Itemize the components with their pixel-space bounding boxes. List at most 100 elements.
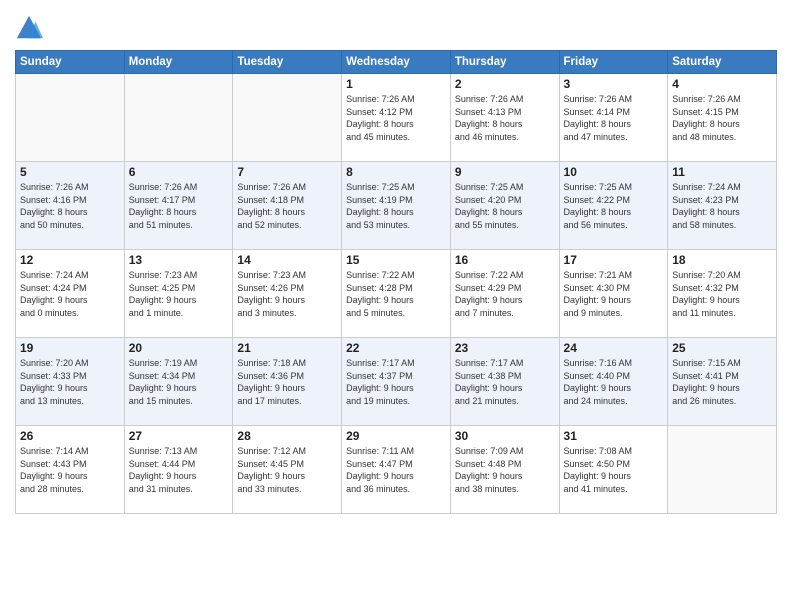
day-number: 12: [20, 253, 120, 267]
calendar-day-cell: 21 Sunrise: 7:18 AM Sunset: 4:36 PM Dayli…: [233, 338, 342, 426]
day-info: Sunrise: 7:26 AM Sunset: 4:12 PM Dayligh…: [346, 93, 446, 143]
day-number: 26: [20, 429, 120, 443]
day-number: 8: [346, 165, 446, 179]
day-info: Sunrise: 7:26 AM Sunset: 4:14 PM Dayligh…: [564, 93, 664, 143]
day-info: Sunrise: 7:09 AM Sunset: 4:48 PM Dayligh…: [455, 445, 555, 495]
day-number: 19: [20, 341, 120, 355]
day-info: Sunrise: 7:25 AM Sunset: 4:19 PM Dayligh…: [346, 181, 446, 231]
day-info: Sunrise: 7:15 AM Sunset: 4:41 PM Dayligh…: [672, 357, 772, 407]
calendar-day-cell: 23 Sunrise: 7:17 AM Sunset: 4:38 PM Dayli…: [450, 338, 559, 426]
day-info: Sunrise: 7:18 AM Sunset: 4:36 PM Dayligh…: [237, 357, 337, 407]
day-number: 21: [237, 341, 337, 355]
day-of-week-header: Friday: [559, 51, 668, 74]
calendar-day-cell: 20Sunrise: 7:19 AM Sunset: 4:34 PM Dayli…: [124, 338, 233, 426]
day-info: Sunrise: 7:26 AM Sunset: 4:13 PM Dayligh…: [455, 93, 555, 143]
calendar-day-cell: 29 Sunrise: 7:11 AM Sunset: 4:47 PM Dayli…: [342, 426, 451, 514]
day-number: 16: [455, 253, 555, 267]
day-info: Sunrise: 7:17 AM Sunset: 4:38 PM Dayligh…: [455, 357, 555, 407]
day-of-week-header: Sunday: [16, 51, 125, 74]
calendar-day-cell: 14Sunrise: 7:23 AM Sunset: 4:26 PM Dayli…: [233, 250, 342, 338]
calendar-day-cell: 3 Sunrise: 7:26 AM Sunset: 4:14 PM Daylig…: [559, 74, 668, 162]
calendar-week-row: 19Sunrise: 7:20 AM Sunset: 4:33 PM Dayli…: [16, 338, 777, 426]
day-number: 23: [455, 341, 555, 355]
day-info: Sunrise: 7:24 AM Sunset: 4:23 PM Dayligh…: [672, 181, 772, 231]
day-number: 18: [672, 253, 772, 267]
calendar-day-cell: 27Sunrise: 7:13 AM Sunset: 4:44 PM Dayli…: [124, 426, 233, 514]
day-info: Sunrise: 7:20 AM Sunset: 4:32 PM Dayligh…: [672, 269, 772, 319]
calendar-day-cell: 31 Sunrise: 7:08 AM Sunset: 4:50 PM Dayli…: [559, 426, 668, 514]
day-of-week-header: Wednesday: [342, 51, 451, 74]
day-info: Sunrise: 7:16 AM Sunset: 4:40 PM Dayligh…: [564, 357, 664, 407]
calendar-day-cell: 18 Sunrise: 7:20 AM Sunset: 4:32 PM Dayli…: [668, 250, 777, 338]
calendar-day-cell: 5Sunrise: 7:26 AM Sunset: 4:16 PM Daylig…: [16, 162, 125, 250]
day-info: Sunrise: 7:23 AM Sunset: 4:26 PM Dayligh…: [237, 269, 337, 319]
calendar-week-row: 12 Sunrise: 7:24 AM Sunset: 4:24 PM Dayli…: [16, 250, 777, 338]
day-number: 13: [129, 253, 229, 267]
day-of-week-header: Monday: [124, 51, 233, 74]
day-number: 29: [346, 429, 446, 443]
day-number: 25: [672, 341, 772, 355]
calendar-day-cell: 26 Sunrise: 7:14 AM Sunset: 4:43 PM Dayli…: [16, 426, 125, 514]
calendar-day-cell: [233, 74, 342, 162]
calendar-day-cell: [668, 426, 777, 514]
calendar-day-cell: 28 Sunrise: 7:12 AM Sunset: 4:45 PM Dayli…: [233, 426, 342, 514]
day-info: Sunrise: 7:13 AM Sunset: 4:44 PM Dayligh…: [129, 445, 229, 495]
day-info: Sunrise: 7:23 AM Sunset: 4:25 PM Dayligh…: [129, 269, 229, 319]
day-of-week-header: Thursday: [450, 51, 559, 74]
calendar-day-cell: 8 Sunrise: 7:25 AM Sunset: 4:19 PM Daylig…: [342, 162, 451, 250]
calendar-day-cell: 6 Sunrise: 7:26 AM Sunset: 4:17 PM Daylig…: [124, 162, 233, 250]
logo: [15, 14, 47, 42]
day-number: 9: [455, 165, 555, 179]
day-of-week-header: Tuesday: [233, 51, 342, 74]
calendar-day-cell: 4 Sunrise: 7:26 AM Sunset: 4:15 PM Daylig…: [668, 74, 777, 162]
calendar-week-row: 5Sunrise: 7:26 AM Sunset: 4:16 PM Daylig…: [16, 162, 777, 250]
day-info: Sunrise: 7:25 AM Sunset: 4:22 PM Dayligh…: [564, 181, 664, 231]
calendar-day-cell: 30 Sunrise: 7:09 AM Sunset: 4:48 PM Dayli…: [450, 426, 559, 514]
day-info: Sunrise: 7:25 AM Sunset: 4:20 PM Dayligh…: [455, 181, 555, 231]
calendar-day-cell: 17Sunrise: 7:21 AM Sunset: 4:30 PM Dayli…: [559, 250, 668, 338]
day-number: 17: [564, 253, 664, 267]
day-info: Sunrise: 7:26 AM Sunset: 4:18 PM Dayligh…: [237, 181, 337, 231]
day-info: Sunrise: 7:26 AM Sunset: 4:15 PM Dayligh…: [672, 93, 772, 143]
day-info: Sunrise: 7:24 AM Sunset: 4:24 PM Dayligh…: [20, 269, 120, 319]
day-number: 2: [455, 77, 555, 91]
day-info: Sunrise: 7:08 AM Sunset: 4:50 PM Dayligh…: [564, 445, 664, 495]
day-number: 30: [455, 429, 555, 443]
day-info: Sunrise: 7:22 AM Sunset: 4:28 PM Dayligh…: [346, 269, 446, 319]
calendar-day-cell: 1Sunrise: 7:26 AM Sunset: 4:12 PM Daylig…: [342, 74, 451, 162]
day-number: 7: [237, 165, 337, 179]
calendar-day-cell: 22 Sunrise: 7:17 AM Sunset: 4:37 PM Dayli…: [342, 338, 451, 426]
calendar-day-cell: 12 Sunrise: 7:24 AM Sunset: 4:24 PM Dayli…: [16, 250, 125, 338]
day-number: 4: [672, 77, 772, 91]
day-number: 5: [20, 165, 120, 179]
day-number: 22: [346, 341, 446, 355]
day-number: 31: [564, 429, 664, 443]
day-number: 24: [564, 341, 664, 355]
day-number: 28: [237, 429, 337, 443]
calendar-week-row: 26 Sunrise: 7:14 AM Sunset: 4:43 PM Dayli…: [16, 426, 777, 514]
page-header: [15, 10, 777, 42]
day-info: Sunrise: 7:26 AM Sunset: 4:17 PM Dayligh…: [129, 181, 229, 231]
calendar-day-cell: 15 Sunrise: 7:22 AM Sunset: 4:28 PM Dayli…: [342, 250, 451, 338]
calendar-day-cell: [16, 74, 125, 162]
calendar-day-cell: [124, 74, 233, 162]
day-number: 6: [129, 165, 229, 179]
calendar-day-cell: 2 Sunrise: 7:26 AM Sunset: 4:13 PM Daylig…: [450, 74, 559, 162]
calendar-day-cell: 13 Sunrise: 7:23 AM Sunset: 4:25 PM Dayli…: [124, 250, 233, 338]
calendar-day-cell: 10 Sunrise: 7:25 AM Sunset: 4:22 PM Dayli…: [559, 162, 668, 250]
day-of-week-header: Saturday: [668, 51, 777, 74]
day-info: Sunrise: 7:17 AM Sunset: 4:37 PM Dayligh…: [346, 357, 446, 407]
day-info: Sunrise: 7:14 AM Sunset: 4:43 PM Dayligh…: [20, 445, 120, 495]
calendar-day-cell: 11 Sunrise: 7:24 AM Sunset: 4:23 PM Dayli…: [668, 162, 777, 250]
calendar-week-row: 1Sunrise: 7:26 AM Sunset: 4:12 PM Daylig…: [16, 74, 777, 162]
day-number: 20: [129, 341, 229, 355]
day-info: Sunrise: 7:12 AM Sunset: 4:45 PM Dayligh…: [237, 445, 337, 495]
day-number: 11: [672, 165, 772, 179]
calendar-day-cell: 24 Sunrise: 7:16 AM Sunset: 4:40 PM Dayli…: [559, 338, 668, 426]
day-info: Sunrise: 7:11 AM Sunset: 4:47 PM Dayligh…: [346, 445, 446, 495]
day-number: 10: [564, 165, 664, 179]
day-number: 15: [346, 253, 446, 267]
calendar-header-row: SundayMondayTuesdayWednesdayThursdayFrid…: [16, 51, 777, 74]
calendar-day-cell: 16Sunrise: 7:22 AM Sunset: 4:29 PM Dayli…: [450, 250, 559, 338]
day-number: 3: [564, 77, 664, 91]
